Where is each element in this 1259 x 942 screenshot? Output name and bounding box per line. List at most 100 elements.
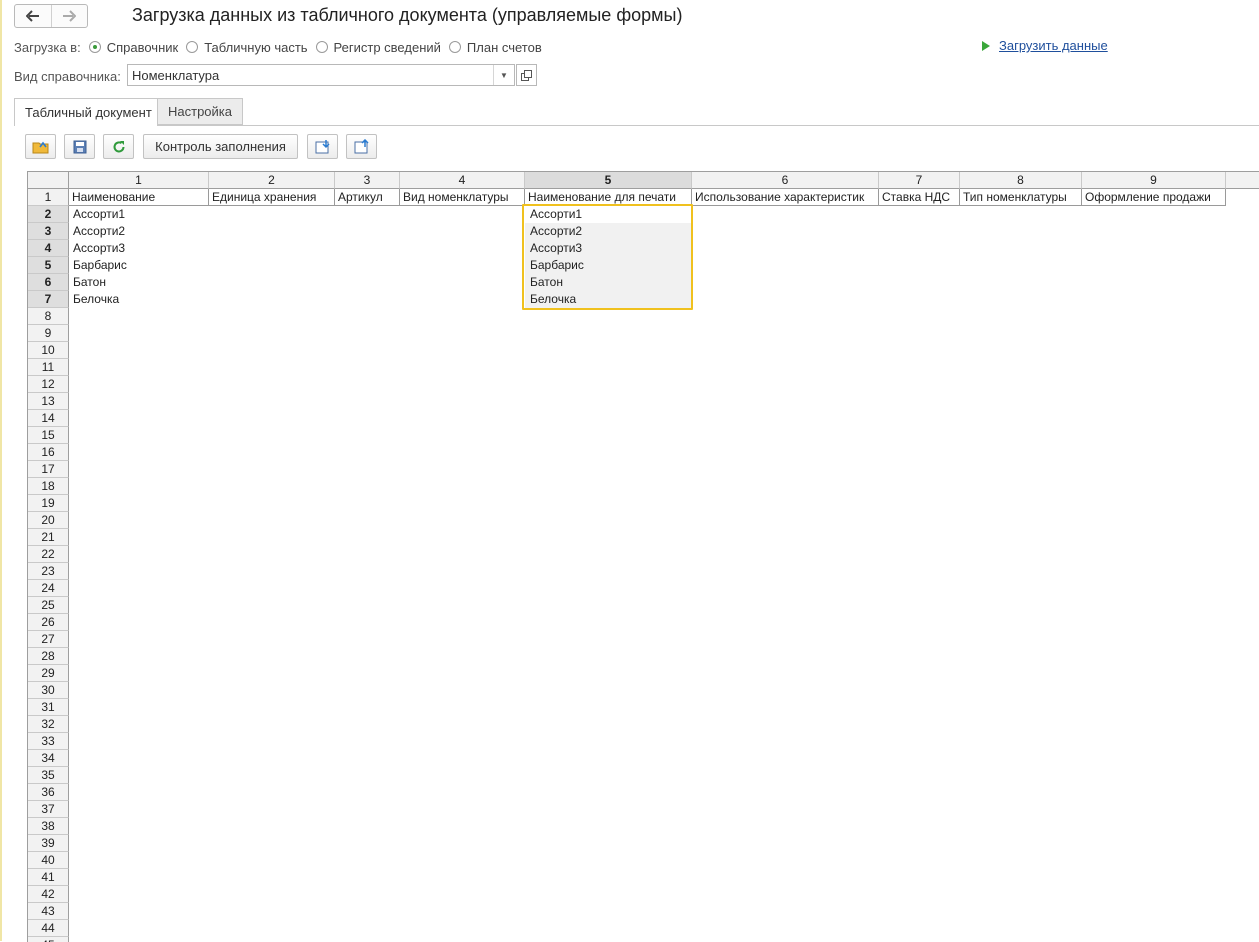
row-header[interactable]: 26 — [28, 614, 69, 631]
table-header-cell[interactable]: Наименование — [69, 189, 209, 206]
table-cell[interactable]: Барбарис — [69, 257, 209, 274]
row-header[interactable]: 35 — [28, 767, 69, 784]
table-header-cell[interactable]: Оформление продажи — [1082, 189, 1226, 206]
row-header[interactable]: 14 — [28, 410, 69, 427]
radio-catalog[interactable]: Справочник — [88, 39, 179, 55]
table-header-cell[interactable]: Артикул — [335, 189, 400, 206]
row-header[interactable]: 27 — [28, 631, 69, 648]
row-header[interactable]: 2 — [28, 206, 69, 223]
table-header-cell[interactable]: Использование характеристик — [692, 189, 879, 206]
column-header[interactable]: 4 — [400, 172, 525, 189]
row-header[interactable]: 4 — [28, 240, 69, 257]
arrow-left-icon[interactable] — [15, 5, 51, 27]
row-header[interactable]: 1 — [28, 189, 69, 206]
row-header[interactable]: 34 — [28, 750, 69, 767]
table-header-cell[interactable]: Ставка НДС — [879, 189, 960, 206]
row-header[interactable]: 40 — [28, 852, 69, 869]
row-header[interactable]: 8 — [28, 308, 69, 325]
open-file-button[interactable] — [25, 134, 56, 159]
open-catalog-button[interactable] — [516, 64, 537, 86]
row-header[interactable]: 9 — [28, 325, 69, 342]
row-header[interactable]: 24 — [28, 580, 69, 597]
row-header[interactable]: 38 — [28, 818, 69, 835]
table-cell[interactable]: Белочка — [69, 291, 209, 308]
column-header-empty[interactable] — [1226, 172, 1259, 189]
row-header[interactable]: 18 — [28, 478, 69, 495]
column-header[interactable]: 9 — [1082, 172, 1226, 189]
row-header[interactable]: 22 — [28, 546, 69, 563]
row-header[interactable]: 41 — [28, 869, 69, 886]
export-button[interactable] — [346, 134, 377, 159]
row-header[interactable]: 23 — [28, 563, 69, 580]
load-data-link[interactable]: Загрузить данные — [982, 38, 1108, 53]
row-header[interactable]: 30 — [28, 682, 69, 699]
row-header[interactable]: 20 — [28, 512, 69, 529]
table-cell[interactable]: Ассорти3 — [69, 240, 209, 257]
column-header[interactable]: 6 — [692, 172, 879, 189]
row-header[interactable]: 44 — [28, 920, 69, 937]
save-file-button[interactable] — [64, 134, 95, 159]
radio-table-part-label: Табличную часть — [204, 39, 308, 55]
radio-table-part[interactable]: Табличную часть — [186, 39, 308, 55]
row-header[interactable]: 32 — [28, 716, 69, 733]
row-header[interactable]: 19 — [28, 495, 69, 512]
table-cell[interactable]: Батон — [69, 274, 209, 291]
row-header[interactable]: 45 — [28, 937, 69, 942]
row-header[interactable]: 33 — [28, 733, 69, 750]
row-header[interactable]: 12 — [28, 376, 69, 393]
row-header[interactable]: 3 — [28, 223, 69, 240]
refresh-button[interactable] — [103, 134, 134, 159]
table-cell[interactable]: Ассорти2 — [69, 223, 209, 240]
row-header[interactable]: 7 — [28, 291, 69, 308]
row-header[interactable]: 15 — [28, 427, 69, 444]
load-into-group: Загрузка в: Справочник Табличную часть Р… — [14, 38, 542, 56]
table-header-cell[interactable]: Тип номенклатуры — [960, 189, 1082, 206]
row-header[interactable]: 31 — [28, 699, 69, 716]
load-into-label: Загрузка в: — [14, 39, 81, 55]
tab-settings[interactable]: Настройка — [158, 98, 243, 125]
check-fill-button[interactable]: Контроль заполнения — [143, 134, 298, 159]
row-header[interactable]: 17 — [28, 461, 69, 478]
import-button[interactable] — [307, 134, 338, 159]
load-data-label: Загрузить данные — [999, 38, 1108, 53]
table-header-cell[interactable]: Единица хранения — [209, 189, 335, 206]
table-header-cell[interactable]: Вид номенклатуры — [400, 189, 525, 206]
row-header[interactable]: 13 — [28, 393, 69, 410]
tab-spreadsheet[interactable]: Табличный документ — [14, 98, 158, 126]
row-header[interactable]: 5 — [28, 257, 69, 274]
radio-chart-of-accounts[interactable]: План счетов — [448, 40, 542, 55]
radio-empty-icon — [186, 41, 199, 53]
row-header[interactable]: 21 — [28, 529, 69, 546]
column-header[interactable]: 1 — [69, 172, 209, 189]
column-header[interactable]: 2 — [209, 172, 335, 189]
radio-catalog-label: Справочник — [106, 39, 179, 55]
radio-selected-icon — [88, 41, 101, 53]
row-header[interactable]: 43 — [28, 903, 69, 920]
row-header[interactable]: 16 — [28, 444, 69, 461]
spreadsheet-grid[interactable]: 1 2 3 4 5 6 7 8 9 1 2 3 4 5 6 7 8 9 10 11 12 13 14 15 16 17 18 19 20… — [27, 171, 1259, 942]
row-header[interactable]: 42 — [28, 886, 69, 903]
catalog-kind-value: Номенклатура — [132, 68, 220, 83]
row-header[interactable]: 25 — [28, 597, 69, 614]
row-header[interactable]: 29 — [28, 665, 69, 682]
column-header[interactable]: 3 — [335, 172, 400, 189]
radio-info-register[interactable]: Регистр сведений — [315, 40, 441, 55]
arrow-right-icon[interactable] — [50, 5, 88, 27]
sheet-corner[interactable] — [28, 172, 69, 189]
chevron-down-icon[interactable]: ▼ — [493, 65, 514, 85]
row-header[interactable]: 37 — [28, 801, 69, 818]
tabs-divider — [14, 125, 1259, 126]
row-header[interactable]: 39 — [28, 835, 69, 852]
catalog-kind-field[interactable]: Номенклатура ▼ — [127, 64, 515, 86]
row-header[interactable]: 6 — [28, 274, 69, 291]
row-header[interactable]: 11 — [28, 359, 69, 376]
column-header[interactable]: 8 — [960, 172, 1082, 189]
column-header[interactable]: 7 — [879, 172, 960, 189]
row-header[interactable]: 10 — [28, 342, 69, 359]
import-arrow-icon — [315, 140, 330, 154]
row-header[interactable]: 28 — [28, 648, 69, 665]
radio-empty-icon — [448, 41, 461, 53]
column-header[interactable]: 5 — [525, 172, 692, 189]
table-cell[interactable]: Ассорти1 — [69, 206, 209, 223]
row-header[interactable]: 36 — [28, 784, 69, 801]
